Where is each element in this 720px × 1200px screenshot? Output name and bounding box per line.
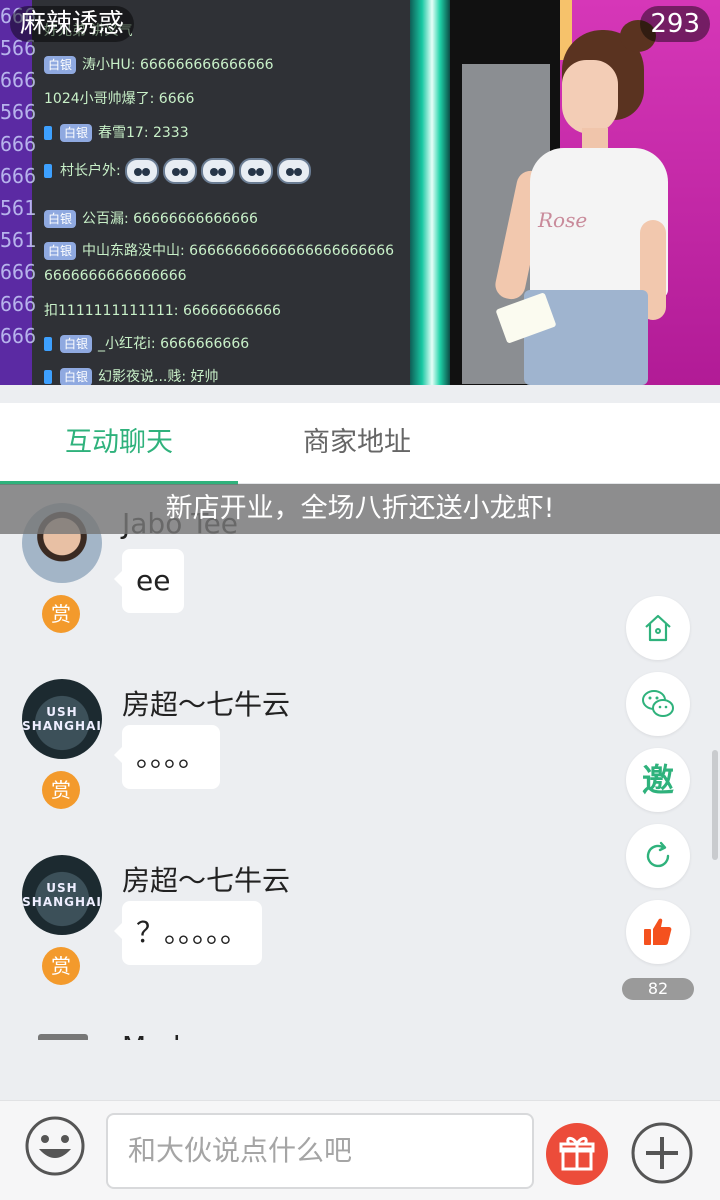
- viewer-count: 293: [640, 6, 710, 42]
- chat-input[interactable]: 和大伙说点什么吧: [106, 1113, 534, 1189]
- wechat-icon: [642, 690, 674, 717]
- live-room: { "header": { "room_title": "麻辣诱惑", "vie…: [0, 0, 720, 1200]
- host-person: Rose: [492, 20, 680, 385]
- stage-frame: [410, 0, 450, 385]
- refresh-icon: [646, 841, 670, 868]
- panda-emoji-icon: [124, 158, 159, 184]
- screen-edge: 666 566 666 566 666 666 561 561 666 666 666: [0, 0, 36, 385]
- tab-interactive-chat[interactable]: 互动聊天: [0, 403, 238, 485]
- refresh-button[interactable]: [626, 824, 690, 888]
- reward-button[interactable]: 赏: [42, 595, 80, 633]
- danmaku-line: 村长户外:: [44, 158, 311, 184]
- like-count: 82: [622, 978, 694, 1000]
- chat-message-partial: M...l...: [0, 1020, 620, 1040]
- more-plus-button[interactable]: [630, 1121, 694, 1185]
- room-title: 麻辣诱惑: [10, 6, 135, 42]
- gift-button[interactable]: [546, 1123, 608, 1185]
- chat-bubble: ？。。。。。: [113, 901, 263, 965]
- emoji-button[interactable]: [24, 1115, 86, 1177]
- danmaku-line: 白银 春雪17: 2333: [44, 122, 189, 142]
- avatar[interactable]: USH SHANGHAI: [22, 855, 102, 935]
- danmaku-line: 6666666666666666: [44, 268, 187, 284]
- thumbs-up-icon: [644, 918, 672, 945]
- reward-button[interactable]: 赏: [42, 947, 80, 985]
- live-video[interactable]: 666 566 666 566 666 666 561 561 666 666 666 好兄弟 讲义…: [0, 0, 720, 385]
- reward-button[interactable]: 赏: [42, 771, 80, 809]
- chat-scrollbar[interactable]: [712, 750, 718, 860]
- side-action-bar: 邀 82: [622, 596, 694, 1006]
- danmaku-line: 白银 _小红花i: 6666666666: [44, 333, 249, 353]
- panda-emoji-icon: [276, 158, 311, 184]
- danmaku-line: 扣1111111111111: 66666666666: [44, 303, 281, 319]
- home-button[interactable]: [626, 596, 690, 660]
- danmaku-line: 白银 中山东路没中山: 66666666666666666666666: [44, 240, 394, 260]
- shirt-print: Rose: [538, 208, 588, 232]
- danmaku-line: 1024小哥帅爆了: 6666: [44, 91, 195, 107]
- invite-label: 邀: [641, 761, 674, 799]
- chat-message: USH SHANGHAI 赏 房超～七牛云 ？。。。。。: [0, 855, 620, 1025]
- danmaku-line: 白银 公百漏: 66666666666666: [44, 208, 258, 228]
- panda-emoji-icon: [238, 158, 273, 184]
- tab-section: 互动聊天 商家地址: [0, 385, 720, 485]
- input-bar: 和大伙说点什么吧: [0, 1100, 720, 1200]
- avatar[interactable]: USH SHANGHAI: [22, 679, 102, 759]
- invite-button[interactable]: 邀: [626, 748, 690, 812]
- like-button[interactable]: [626, 900, 690, 964]
- wechat-share-button[interactable]: [626, 672, 690, 736]
- chat-bubble: ee: [113, 549, 185, 613]
- tab-bar: 互动聊天 商家地址: [0, 403, 720, 485]
- danmaku-line: 白银 涛小HU: 666666666666666: [44, 54, 274, 74]
- panda-emoji-icon: [162, 158, 197, 184]
- chat-nickname: M...l...: [122, 1030, 207, 1040]
- chat-list[interactable]: 赏 Jabo Tee ee USH SHANGHAI 赏 房超～七牛云 。。。。…: [0, 485, 720, 1040]
- chat-message: USH SHANGHAI 赏 房超～七牛云 。。。。: [0, 679, 620, 849]
- video-background-screen: 666 566 666 566 666 666 561 561 666 666 666 好兄弟 讲义…: [0, 0, 410, 385]
- chat-nickname: 房超～七牛云: [122, 688, 291, 721]
- panda-emoji-icon: [200, 158, 235, 184]
- chat-bubble: 。。。。: [113, 725, 221, 789]
- announcement-marquee: 新店开业，全场八折还送小龙虾!: [0, 484, 720, 534]
- avatar: [38, 1034, 88, 1040]
- danmaku-line: 白银 幻影夜说...贱: 好帅: [44, 366, 219, 385]
- gift-icon: [559, 1136, 595, 1171]
- chat-nickname: 房超～七牛云: [122, 864, 291, 897]
- home-icon: [645, 614, 671, 642]
- tab-merchant-address[interactable]: 商家地址: [238, 403, 476, 483]
